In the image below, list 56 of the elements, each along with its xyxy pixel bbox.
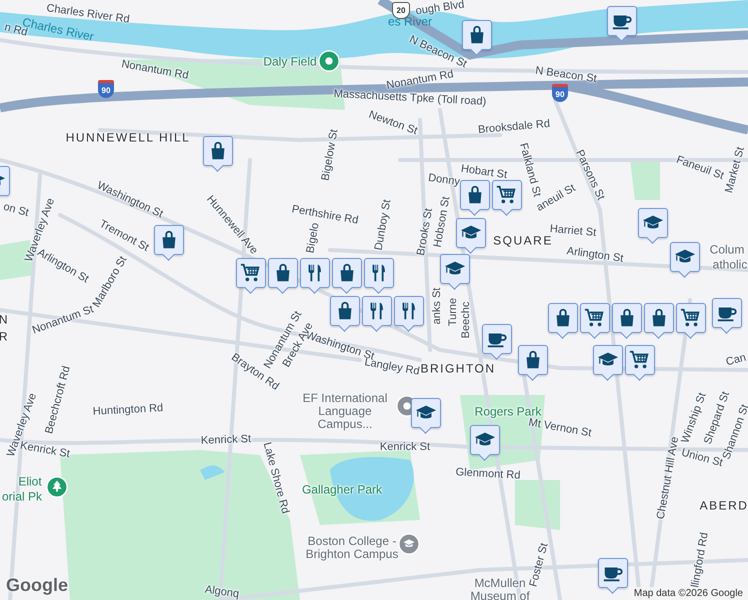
place-label: Colum (708, 243, 746, 257)
pond (200, 465, 225, 480)
street-label: Kenrick St (200, 433, 252, 447)
place-label: atholic (712, 258, 748, 272)
street-label: Bigelo (304, 222, 322, 254)
street-label: on St (2, 200, 30, 220)
street-label: Brooksdale Rd (478, 118, 550, 136)
street-label: Turne (446, 298, 460, 326)
route-shield: 90 (552, 84, 568, 102)
street-label: Donny (427, 172, 461, 188)
area-label: HUNNEWELL HILL (66, 131, 190, 145)
location-marker-icon[interactable] (318, 50, 340, 72)
graduation-cap-marker-icon[interactable] (398, 533, 420, 555)
park-label: Rogers Park (474, 405, 542, 418)
park-area (515, 480, 560, 530)
street-label: Beechc (460, 302, 472, 338)
route-shield: 90 (98, 80, 114, 98)
street-label: Algonq (204, 584, 240, 600)
street-label: Chestnut Hill Ave (654, 436, 682, 520)
shopping-cart-icon (584, 307, 606, 329)
place-label: Boston College - Brighton Campus (304, 534, 400, 562)
map-logo: Google (6, 575, 68, 596)
area-label: BRIGHTON (420, 362, 496, 376)
street-label: Hobart St (460, 162, 508, 182)
street-label: Kenrick St (380, 440, 430, 454)
park-label: orial Pk (2, 490, 42, 504)
street-label: N Beacon St (534, 64, 598, 86)
street-label: Bigelow St (320, 128, 340, 182)
shopping-cart-icon (629, 349, 651, 371)
street-label: llingford Rd (689, 532, 711, 588)
street-label: Can (724, 352, 748, 368)
street-label: Mt Vernon St (528, 416, 592, 440)
park-label: Eliot (18, 475, 42, 489)
street-label: Glenmont Rd (455, 466, 521, 482)
street-label: Hobson St (432, 196, 452, 248)
street-label: Foster St (527, 542, 551, 588)
street-label: Nonantum Rd (120, 58, 190, 82)
park-area (630, 160, 660, 200)
area-label: R (0, 330, 10, 344)
tree-marker-icon[interactable] (46, 476, 68, 498)
park-label: Gallagher Park (302, 483, 382, 497)
shopping-cart-icon (680, 307, 702, 329)
street-label: Dunboy St (372, 198, 394, 252)
place-label: EF International Language Campus... (302, 392, 388, 432)
area-label: N (0, 313, 10, 327)
shopping-cart-icon (496, 184, 518, 206)
park-label: Daly Field (263, 55, 317, 69)
street-label: ough Blvd (414, 0, 466, 18)
street-label: Arlington St (566, 245, 624, 265)
street-label: anks St (430, 288, 444, 324)
street-label: Huntington Rd (92, 402, 164, 418)
street-label: Market St (723, 146, 747, 194)
shopping-cart-icon (240, 262, 262, 284)
street-label: Lake Shore Rd (260, 441, 292, 515)
area-label: ABERD (700, 499, 748, 513)
street-label: Union St (680, 446, 724, 470)
